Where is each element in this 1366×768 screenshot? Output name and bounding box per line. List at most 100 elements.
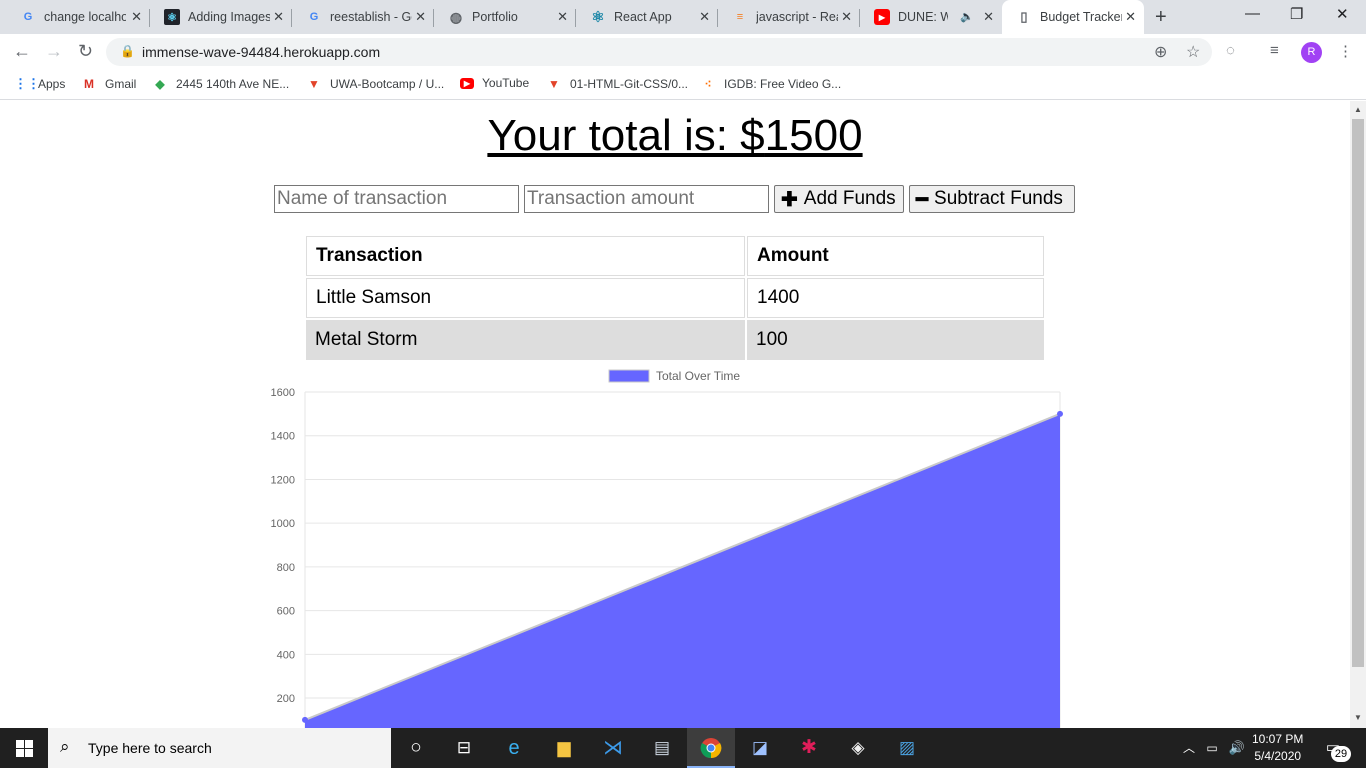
github-desktop-icon[interactable]: ◈ [845, 736, 871, 760]
bookmark-igdb[interactable]: ⁖ IGDB: Free Video G... [700, 76, 841, 92]
bookmark-maps[interactable]: ◆ 2445 140th Ave NE... [152, 76, 289, 92]
restore-icon[interactable]: ❐ [1290, 5, 1303, 23]
bookmark-star-icon[interactable]: ☆ [1186, 42, 1200, 62]
extension-icon[interactable]: ◌ [1226, 42, 1235, 59]
transaction-amount: 100 [747, 320, 1044, 360]
google-icon: G [309, 11, 319, 23]
column-header: Amount [747, 236, 1044, 276]
youtube-icon: ▶ [460, 77, 474, 89]
vscode-icon[interactable]: ⋊ [600, 736, 626, 760]
media-control-icon[interactable]: ≡ [1270, 42, 1279, 59]
close-tab-icon[interactable]: ✕ [415, 9, 426, 25]
bookmark-gmail[interactable]: M Gmail [81, 76, 136, 92]
taskbar-search[interactable]: ⌕ Type here to search [48, 728, 391, 768]
transaction-name: Little Samson [306, 278, 745, 318]
file-explorer-icon[interactable]: ▆ [551, 736, 577, 760]
battery-icon[interactable]: ▭ [1199, 736, 1225, 760]
minimize-icon[interactable]: — [1245, 5, 1260, 22]
tab-react-app[interactable]: ⚛ React App ✕ [576, 0, 718, 34]
install-icon[interactable]: ⊕ [1154, 42, 1167, 62]
react-icon: ⚛ [591, 9, 605, 26]
menu-icon[interactable]: ⋮ [1338, 42, 1353, 60]
table-header-row: Transaction Amount [306, 236, 1044, 276]
close-tab-icon[interactable]: ✕ [699, 9, 710, 25]
apps-grid-icon: ⋮⋮ [14, 76, 40, 91]
tab-adding-images[interactable]: ⚛ Adding Images ✕ [150, 0, 292, 34]
mysql-workbench-icon[interactable]: ◪ [747, 736, 773, 760]
windows-start-icon[interactable] [16, 740, 33, 757]
gitlab-icon: ▼ [308, 77, 320, 91]
tab-reestablish[interactable]: G reestablish - Google ✕ [292, 0, 434, 34]
data-point [302, 716, 308, 723]
tab-budget-tracker[interactable]: ▯ Budget Tracker ✕ [1002, 0, 1144, 34]
page-scrollbar[interactable]: ▲ ▼ [1350, 101, 1366, 728]
close-tab-icon[interactable]: ✕ [557, 9, 568, 25]
tab-portfolio[interactable]: ◍ Portfolio ✕ [434, 0, 576, 34]
clock-time: 10:07 PM [1252, 732, 1304, 746]
avatar[interactable]: R [1301, 42, 1322, 63]
close-tab-icon[interactable]: ✕ [983, 9, 994, 25]
maps-icon: ◆ [155, 77, 165, 91]
volume-icon[interactable]: 🔊 [1224, 736, 1250, 760]
audio-playing-icon[interactable]: 🔈 [960, 10, 974, 23]
transaction-name: Metal Storm [306, 320, 745, 360]
y-tick-label: 1000 [271, 518, 295, 530]
scroll-up-icon[interactable]: ▲ [1354, 105, 1362, 114]
stackoverflow-icon: ≡ [736, 11, 744, 23]
lock-icon[interactable]: 🔒 [120, 44, 135, 58]
tab-javascript[interactable]: ≡ javascript - React ✕ [718, 0, 860, 34]
cortana-icon[interactable]: ○ [403, 736, 429, 760]
page-viewport: Your total is: $1500 ✚ Add Funds ━ Subtr… [0, 101, 1350, 728]
table-row: Metal Storm 100 [306, 320, 1044, 360]
system-clock[interactable]: 10:07 PM 5/4/2020 [1252, 731, 1303, 765]
bookmark-apps[interactable]: ⋮⋮ Apps [14, 76, 65, 92]
bookmark-youtube[interactable]: ▶ YouTube [460, 76, 529, 90]
transaction-name-input[interactable] [274, 185, 519, 213]
table-row: Little Samson 1400 [306, 278, 1044, 318]
add-funds-button[interactable]: ✚ Add Funds [774, 185, 904, 213]
bookmarks-bar: ⋮⋮ Apps M Gmail ◆ 2445 140th Ave NE... ▼… [0, 70, 1366, 100]
photos-icon[interactable]: ▨ [894, 736, 920, 760]
edge-icon[interactable]: e [501, 736, 527, 760]
scrollbar-thumb[interactable] [1352, 119, 1364, 667]
transactions-table: Transaction Amount Little Samson 1400 Me… [304, 234, 1046, 362]
y-tick-label: 1600 [271, 387, 295, 399]
clock-date: 5/4/2020 [1254, 749, 1302, 763]
bookmark-uwa-bootcamp[interactable]: ▼ UWA-Bootcamp / U... [306, 76, 444, 92]
total-amount: 1500 [764, 111, 863, 160]
data-point [1057, 410, 1063, 417]
forward-icon[interactable]: → [45, 41, 63, 62]
close-tab-icon[interactable]: ✕ [131, 9, 142, 25]
task-view-icon[interactable]: ⊟ [451, 736, 477, 760]
notification-count-badge: 29 [1331, 746, 1351, 762]
y-tick-label: 400 [277, 649, 295, 661]
close-tab-icon[interactable]: ✕ [273, 9, 284, 25]
tab-change-localhost[interactable]: G change localhost ✕ [6, 0, 150, 34]
react-icon: ⚛ [164, 9, 180, 25]
subtract-funds-button[interactable]: ━ Subtract Funds [909, 185, 1075, 213]
igdb-icon: ⁖ [704, 77, 712, 91]
close-window-icon[interactable]: ✕ [1336, 5, 1349, 23]
y-tick-label: 200 [277, 693, 295, 705]
new-tab-icon[interactable]: + [1155, 6, 1167, 29]
url-text[interactable]: immense-wave-94484.herokuapp.com [142, 44, 380, 60]
reload-icon[interactable]: ↻ [78, 41, 93, 62]
close-tab-icon[interactable]: ✕ [1125, 9, 1136, 25]
legend-swatch [608, 369, 650, 383]
chrome-taskbar-item[interactable] [687, 728, 735, 768]
tab-dune[interactable]: ▶ DUNE: Wh 🔈 ✕ [860, 0, 1002, 34]
transaction-amount-input[interactable] [524, 185, 769, 213]
y-tick-label: 1400 [271, 431, 295, 443]
browser-toolbar: ← → ↻ 🔒 immense-wave-94484.herokuapp.com… [0, 34, 1366, 70]
close-tab-icon[interactable]: ✕ [841, 9, 852, 25]
globe-icon: ◍ [449, 8, 463, 25]
search-icon: ⌕ [60, 737, 70, 756]
address-bar[interactable]: 🔒 immense-wave-94484.herokuapp.com ⊕ ☆ [106, 38, 1212, 66]
column-header: Transaction [306, 236, 745, 276]
back-icon[interactable]: ← [13, 41, 31, 62]
scroll-down-icon[interactable]: ▼ [1354, 713, 1362, 722]
notepad-icon[interactable]: ▤ [649, 736, 675, 760]
gmail-icon: M [84, 77, 94, 91]
bookmark-html-git-css[interactable]: ▼ 01-HTML-Git-CSS/0... [546, 76, 688, 92]
slack-icon[interactable]: ✱ [796, 736, 822, 760]
